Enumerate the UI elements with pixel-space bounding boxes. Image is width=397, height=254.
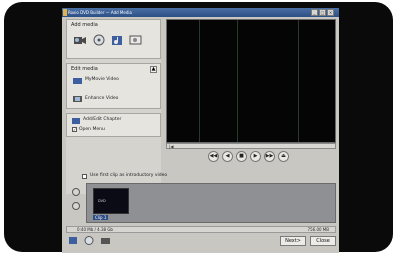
preview-artifact-line [199,20,200,142]
video-camera-icon[interactable] [73,34,87,46]
enhance-icon [73,96,82,102]
chapter-icon [72,118,80,124]
disc-icon[interactable] [93,34,105,46]
play-button[interactable]: ▶ [250,151,261,162]
step-back-button[interactable]: ◀ [222,151,233,162]
fast-forward-button[interactable]: ▶▶ [264,151,275,162]
close-window-button[interactable]: × [327,9,334,16]
playback-controls: ◀◀ ◀ ■ ▶ ▶▶ ⏏ [202,149,302,167]
add-chapter-link[interactable]: Add/Edit Chapter [83,117,121,122]
minimize-button[interactable]: _ [311,9,318,16]
video-preview [166,19,336,143]
close-button[interactable]: Close [310,236,336,246]
disc-usage-bar: 0:40 Mb / 4.38 Gb 756.00 MB [66,226,336,233]
project-icon[interactable] [68,236,78,245]
title-bar: Roxio DVD Builder — Add Media _ □ × [62,8,339,17]
stop-button[interactable]: ■ [236,151,247,162]
maximize-button[interactable]: □ [319,9,326,16]
open-menu-checkbox[interactable]: ✓ [72,127,77,132]
edit-media-section: Edit media ▲ MyMovie Video Enhance Video [66,63,161,109]
disc-burn-icon[interactable] [84,236,94,245]
preview-artifact-line [298,20,299,142]
next-button[interactable]: Next> [280,236,306,246]
slideshow-icon[interactable] [129,34,143,46]
photo-frame: Roxio DVD Builder — Add Media _ □ × Add … [0,0,397,254]
disc-capacity-text: 756.00 MB [307,227,329,232]
clip-timeline: DVD Clip 1 [86,183,336,223]
move-down-button[interactable] [72,202,80,210]
intro-clip-label: Use first clip as introductory video [90,173,168,178]
settings-icon[interactable] [100,236,110,245]
clip-thumbnail[interactable]: DVD [93,188,129,214]
move-up-button[interactable] [72,188,80,196]
add-media-heading: Add media [71,22,98,28]
task-panel: Add media Edit media ▲ MyMovie Video Enh… [66,19,161,194]
app-icon [63,9,67,16]
add-media-section: Add media [66,19,161,59]
rewind-button[interactable]: ◀◀ [208,151,219,162]
edit-media-heading: Edit media [71,66,98,72]
collapse-button[interactable]: ▲ [150,66,157,73]
preview-artifact-line [237,20,238,142]
clip-label: Clip 1 [93,215,109,220]
eject-button[interactable]: ⏏ [278,151,289,162]
edit-item-mymovie[interactable]: MyMovie Video [85,77,119,82]
chapter-section: Add/Edit Chapter ✓ Open Menu [66,113,161,137]
application-window: Roxio DVD Builder — Add Media _ □ × Add … [62,8,339,253]
open-menu-label: Open Menu [79,127,105,132]
disc-usage-text: 0:40 Mb / 4.38 Gb [77,227,113,232]
edit-item-enhance[interactable]: Enhance Video [85,96,118,101]
seek-start-indicator[interactable]: |◀ [169,144,173,149]
window-title: Roxio DVD Builder — Add Media [68,10,132,15]
movie-icon [73,78,82,84]
clip-thumbnail-text: DVD [98,199,106,203]
music-note-icon[interactable] [111,34,125,46]
intro-clip-checkbox[interactable] [82,174,87,179]
